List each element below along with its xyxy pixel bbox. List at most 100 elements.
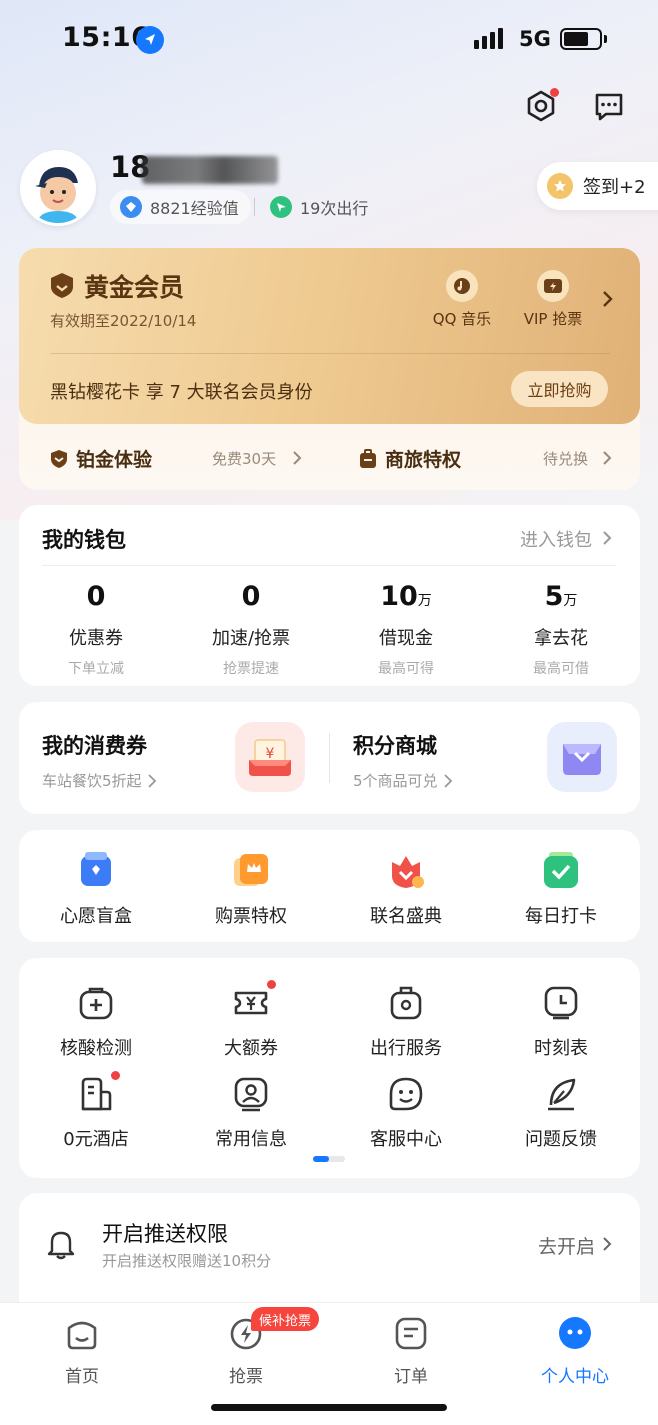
service-big-coupon[interactable]: 大额券: [176, 984, 326, 1060]
points-mall-entry[interactable]: 积分商城 5个商品可兑: [353, 730, 452, 791]
quick-cobrand-festival[interactable]: 联名盛典: [331, 850, 481, 928]
bell-icon: [47, 1228, 75, 1264]
membership-title: 黄金会员: [84, 273, 185, 302]
service-label: 常用信息: [215, 1129, 287, 1150]
platinum-trial-note: 免费30天: [212, 450, 277, 468]
diamond-icon: [120, 196, 142, 218]
lotus-heart-icon: [392, 856, 424, 888]
coupon-divider: [329, 733, 330, 783]
blind-box-icon: [81, 852, 111, 886]
tab-home[interactable]: 首页: [32, 1314, 132, 1387]
wallet-label: 优惠券: [69, 628, 123, 649]
tab-orders[interactable]: 订单: [361, 1314, 461, 1387]
location-arrow-icon: [136, 26, 164, 54]
signin-button[interactable]: 签到+2: [537, 162, 658, 210]
push-sub: 开启推送权限赠送10积分: [102, 1252, 272, 1270]
quick-label: 联名盛典: [370, 906, 442, 927]
quick-daily-checkin[interactable]: 每日打卡: [486, 850, 636, 928]
service-label: 问题反馈: [525, 1129, 597, 1150]
coupon-box-icon: ¥: [235, 722, 305, 792]
wallet-label: 拿去花: [534, 628, 588, 649]
yuan-coupon-icon: [234, 991, 268, 1015]
battery-icon: [560, 28, 602, 50]
quick-ticket-privilege[interactable]: 购票特权: [176, 850, 326, 928]
wallet-item-boost[interactable]: 0 加速/抢票 抢票提速: [176, 580, 326, 678]
tab-label: 抢票: [229, 1367, 263, 1387]
service-label: 时刻表: [534, 1038, 588, 1059]
order-list-icon: [395, 1317, 427, 1350]
phone-number-masked: [142, 156, 278, 184]
service-free-hotel[interactable]: 0元酒店: [21, 1075, 171, 1151]
pill-divider: [254, 198, 255, 216]
wallet-item-credit[interactable]: 5万 拿去花 最高可借: [486, 580, 636, 678]
hotel-icon: [81, 1077, 112, 1111]
my-coupons-title: 我的消费券: [42, 734, 147, 758]
perk-vip-ticket[interactable]: VIP 抢票: [513, 270, 593, 329]
enter-wallet-link[interactable]: 进入钱包: [520, 526, 592, 552]
quick-label: 购票特权: [215, 906, 287, 927]
signal-icon: [474, 28, 503, 49]
crown-ticket-icon: [234, 854, 268, 886]
perk-qq-music[interactable]: QQ 音乐: [422, 270, 502, 329]
experience-pill[interactable]: 8821经验值: [110, 190, 251, 224]
service-travel[interactable]: 出行服务: [331, 984, 481, 1060]
service-label: 核酸检测: [60, 1038, 132, 1059]
business-travel-item[interactable]: 商旅特权: [359, 445, 461, 472]
clock-icon: [544, 986, 578, 1020]
service-common-info[interactable]: 常用信息: [176, 1075, 326, 1151]
platinum-trial-item[interactable]: 铂金体验: [50, 445, 152, 472]
star-coin-icon: [547, 173, 573, 199]
push-title: 开启推送权限: [102, 1222, 228, 1246]
service-feedback[interactable]: 问题反馈: [486, 1075, 636, 1151]
wallet-item-coupons[interactable]: 0 优惠券 下单立减: [21, 580, 171, 678]
support-face-icon: [389, 1077, 423, 1111]
wallet-value: 0: [86, 581, 106, 612]
my-coupons-entry[interactable]: 我的消费券 车站餐饮5折起: [42, 730, 156, 791]
perk-qq-music-label: QQ 音乐: [432, 310, 492, 328]
points-mall-title: 积分商城: [353, 734, 437, 758]
wallet-note: 最高可得: [378, 661, 434, 677]
avatar[interactable]: [20, 150, 96, 226]
quick-label: 心愿盲盒: [60, 906, 132, 927]
points-box-icon: [547, 722, 617, 792]
free-hotel-badge: [111, 1071, 120, 1080]
briefcase-icon: [360, 448, 376, 468]
crown-badge-icon: [48, 271, 76, 303]
chevron-right-icon: [443, 773, 452, 788]
network-type: 5G: [519, 27, 551, 51]
service-nucleic-test[interactable]: 核酸检测: [21, 984, 171, 1060]
message-bubble-icon: [595, 93, 623, 121]
experience-text: 8821经验值: [150, 199, 239, 218]
tab-label: 首页: [65, 1367, 99, 1387]
service-label: 大额券: [224, 1038, 278, 1059]
service-label: 出行服务: [370, 1038, 442, 1059]
trips-text: 19次出行: [300, 199, 369, 218]
profile-face-icon: [559, 1317, 591, 1349]
quick-wish-box[interactable]: 心愿盲盒: [21, 850, 171, 928]
wallet-item-cash-loan[interactable]: 10万 借现金 最高可得: [331, 580, 481, 678]
signin-label: 签到+2: [583, 177, 646, 198]
chevron-right-icon[interactable]: [601, 289, 615, 313]
service-customer-support[interactable]: 客服中心: [331, 1075, 481, 1151]
business-travel-label: 商旅特权: [385, 449, 462, 471]
trips-pill[interactable]: 19次出行: [260, 190, 380, 224]
wallet-note: 抢票提速: [223, 661, 279, 677]
wallet-value: 0: [241, 581, 261, 612]
medical-kit-icon: [79, 987, 113, 1020]
tab-profile[interactable]: 个人中心: [525, 1314, 625, 1387]
contact-card-icon: [234, 1077, 268, 1112]
chevron-right-icon: [292, 450, 302, 470]
buy-now-button[interactable]: 立即抢购: [511, 371, 608, 407]
messages-button[interactable]: [589, 86, 629, 126]
service-timetable[interactable]: 时刻表: [486, 984, 636, 1060]
wallet-label: 借现金: [379, 628, 433, 649]
feather-pen-icon: [548, 1078, 576, 1111]
settings-notification-dot: [550, 88, 559, 97]
enable-push-button[interactable]: 去开启: [538, 1232, 595, 1259]
service-label: 客服中心: [370, 1129, 442, 1150]
shield-crown-icon: [51, 449, 67, 468]
tab-label: 订单: [394, 1367, 428, 1387]
my-coupons-sub: 车站餐饮5折起: [42, 772, 142, 790]
luggage-icon: [390, 986, 422, 1020]
home-indicator: [211, 1404, 447, 1411]
